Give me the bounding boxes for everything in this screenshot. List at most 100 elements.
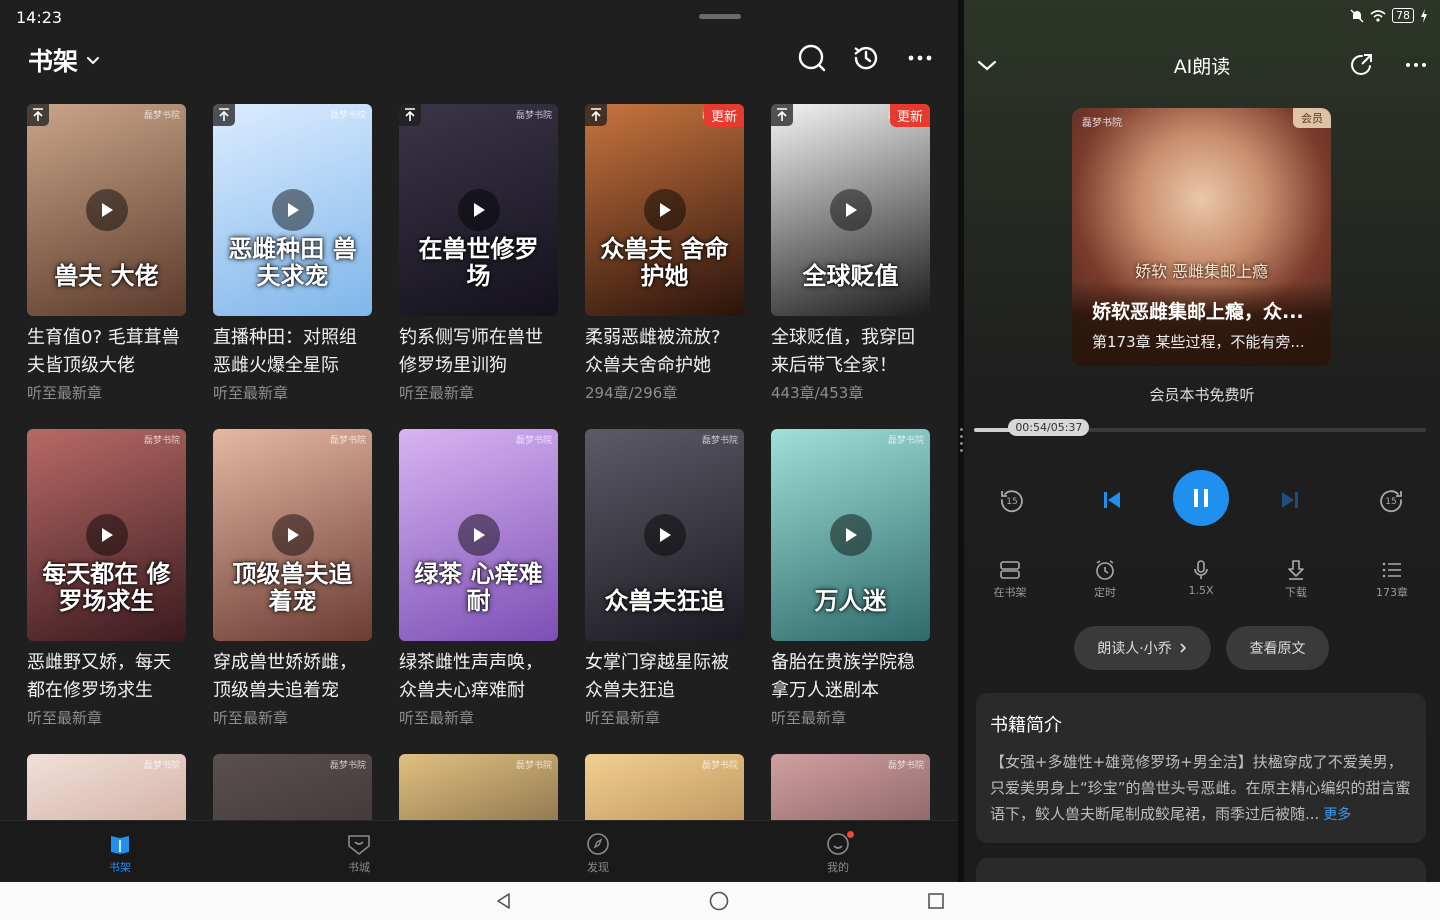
book-card[interactable]: 磊梦书院 绿茶 心痒难耐 绿茶雌性声声唤，众兽夫心痒难耐 听至最新章 (399, 429, 558, 728)
more-icon[interactable] (904, 42, 936, 74)
forward-15-button[interactable]: 15 (1376, 485, 1406, 515)
intro-more-link[interactable]: 更多 (1323, 807, 1351, 823)
book-card[interactable]: 磊梦书院 众兽夫狂追 女掌门穿越星际被众兽夫狂追 听至最新章 (585, 429, 744, 728)
fn-label: 在书架 (993, 586, 1027, 599)
publisher-logo: 磊梦书院 (329, 111, 366, 121)
recents-icon[interactable] (925, 890, 947, 912)
book-cover[interactable]: 磊梦书院 恶雌种田 兽夫求宠 (213, 104, 372, 316)
progress-slider[interactable]: 00:54/05:37 (974, 419, 1426, 436)
book-cover[interactable]: 磊梦书院 顶级兽夫追着宠 (213, 429, 372, 641)
play-icon[interactable] (643, 189, 686, 231)
nav-mine[interactable]: 我的 (808, 829, 868, 875)
forward-15-icon: 15 (1380, 490, 1402, 513)
bookshelf-icon (1000, 561, 1020, 579)
in-bookshelf-button[interactable]: 在书架 (980, 556, 1040, 600)
play-icon[interactable] (271, 514, 314, 556)
book-cover[interactable]: 磊梦书院 万人迷 (771, 429, 930, 641)
share-icon[interactable] (1349, 52, 1375, 78)
book-progress: 听至最新章 (213, 384, 289, 402)
previous-chapter-button[interactable] (1097, 485, 1127, 515)
book-title[interactable]: 生育值0? 毛茸茸兽夫皆顶级大佬 (27, 324, 186, 380)
timer-button[interactable]: 定时 (1075, 556, 1135, 600)
download-button[interactable]: 下载 (1266, 556, 1326, 600)
book-card[interactable]: 磊梦书院 恶雌种田 兽夫求宠直播种田：对照组恶雌火爆全星际听至最新章 (213, 104, 372, 403)
book-cover[interactable]: 磊梦书院众兽夫 舍命护她更新 (585, 104, 744, 316)
book-card[interactable]: 磊梦书院 在兽世修罗场 钓系侧写师在兽世修罗场里训狗 听至最新章 (399, 104, 558, 403)
back-icon[interactable] (493, 890, 515, 912)
status-time: 14:23 (16, 8, 63, 27)
publisher-logo: 磊梦书院 (143, 111, 180, 121)
publisher-logo: 磊梦书院 (701, 761, 738, 771)
player-header: AI朗读 (964, 50, 1440, 80)
publisher-logo: 磊梦书院 (515, 436, 552, 446)
speed-button[interactable]: 1.5X (1171, 556, 1231, 597)
more-icon[interactable] (1404, 52, 1428, 78)
book-progress: 听至最新章 (27, 384, 103, 402)
book-title[interactable]: 全球贬值，我穿回来后带飞全家！ (771, 324, 930, 380)
play-icon[interactable] (829, 189, 872, 231)
book-card[interactable]: 磊梦书院众兽夫 舍命护她更新柔弱恶雌被流放? 众兽夫舍命护她294章/296章 (585, 104, 744, 403)
book-card[interactable]: 磊梦书院 每天都在 修罗场求生 恶雌野又娇，每天都在修罗场求生 听至最新章 (27, 429, 186, 728)
book-card[interactable]: 磊梦书院 兽夫 大佬生育值0? 毛茸茸兽夫皆顶级大佬听至最新章 (27, 104, 186, 403)
book-card[interactable]: 磊梦书院全球贬值更新全球贬值，我穿回来后带飞全家！443章/453章 (771, 104, 930, 403)
search-icon[interactable] (796, 42, 828, 74)
pause-icon (1194, 489, 1208, 507)
play-icon[interactable] (85, 514, 128, 556)
book-title[interactable]: 柔弱恶雌被流放? 众兽夫舍命护她 (585, 324, 744, 380)
notification-dot (847, 831, 854, 838)
book-title[interactable]: 备胎在贵族学院稳拿万人迷剧本 (771, 649, 930, 705)
nav-label: 发现 (587, 861, 609, 874)
rewind-15-button[interactable]: 15 (997, 485, 1027, 515)
publisher-logo: 磊梦书院 (515, 111, 552, 121)
shelf-title-dropdown[interactable]: 书架 (28, 42, 102, 78)
cover-title: 每天都在 修罗场求生 (42, 558, 171, 616)
fn-label: 定时 (1094, 586, 1116, 599)
now-playing-book-title: 娇软恶雌集邮上瘾，众... (1092, 301, 1304, 323)
book-cover[interactable]: 磊梦书院 兽夫 大佬 (27, 104, 186, 316)
book-cover[interactable]: 磊梦书院全球贬值更新 (771, 104, 930, 316)
book-title[interactable]: 绿茶雌性声声唤，众兽夫心痒难耐 (399, 649, 558, 705)
nav-bookshelf[interactable]: 书架 (90, 829, 150, 875)
book-title[interactable]: 直播种田：对照组恶雌火爆全星际 (213, 324, 372, 380)
home-icon[interactable] (708, 890, 730, 912)
pin-top-icon (585, 104, 607, 126)
book-progress: 听至最新章 (213, 709, 289, 727)
book-title[interactable]: 穿成兽世娇娇雌，顶级兽夫追着宠 (213, 649, 372, 705)
now-playing-cover[interactable]: 磊梦书院 会员 娇软 恶雌集邮上瘾 娇软恶雌集邮上瘾，众... 第173章 某些… (1072, 108, 1331, 366)
update-badge: 更新 (889, 104, 930, 127)
book-card[interactable]: 磊梦书院 万人迷 备胎在贵族学院稳拿万人迷剧本 听至最新章 (771, 429, 930, 728)
play-icon[interactable] (643, 514, 686, 556)
publisher-logo: 磊梦书院 (143, 436, 180, 446)
nav-bookstore[interactable]: 书城 (329, 829, 389, 875)
play-icon[interactable] (457, 189, 500, 231)
cover-title: 众兽夫狂追 (604, 586, 725, 616)
history-icon[interactable] (850, 42, 882, 74)
pause-button[interactable] (1173, 470, 1229, 526)
book-cover[interactable]: 磊梦书院 众兽夫狂追 (585, 429, 744, 641)
book-cover[interactable]: 磊梦书院 绿茶 心痒难耐 (399, 429, 558, 641)
bookshelf-pane: 14:23 书架 磊梦书院 兽夫 大佬 生育值0? 毛茸茸兽夫皆顶级大佬 听至最新章磊… (0, 0, 958, 882)
play-icon[interactable] (85, 189, 128, 231)
nav-discover[interactable]: 发现 (568, 829, 628, 875)
play-icon[interactable] (829, 514, 872, 556)
next-chapter-button[interactable] (1275, 485, 1305, 515)
book-title[interactable]: 女掌门穿越星际被众兽夫狂追 (585, 649, 744, 705)
progress-time[interactable]: 00:54/05:37 (1008, 419, 1090, 436)
book-title[interactable]: 钓系侧写师在兽世修罗场里训狗 (399, 324, 558, 380)
play-icon[interactable] (271, 189, 314, 231)
skip-previous-icon (1104, 492, 1120, 508)
publisher-logo: 磊梦书院 (1082, 118, 1122, 129)
book-cover[interactable]: 磊梦书院每天都在 修罗场求生 (27, 429, 186, 641)
drag-handle[interactable] (699, 14, 741, 19)
chapter-list-button[interactable]: 173章 (1362, 556, 1422, 600)
book-title[interactable]: 恶雌野又娇，每天都在修罗场求生 (27, 649, 186, 705)
pin-top-icon (27, 104, 49, 126)
cover-title: 在兽世修罗场 (418, 233, 539, 291)
now-playing-chapter: 第173章 某些过程，不能有旁... (1092, 333, 1305, 351)
cover-title: 万人迷 (814, 586, 887, 616)
narrator-button[interactable]: 朗读人·小乔 (1074, 626, 1211, 670)
view-original-button[interactable]: 查看原文 (1226, 626, 1329, 670)
book-card[interactable]: 磊梦书院 顶级兽夫追着宠穿成兽世娇娇雌，顶级兽夫追着宠听至最新章 (213, 429, 372, 728)
book-cover[interactable]: 磊梦书院在兽世修罗场 (399, 104, 558, 316)
play-icon[interactable] (457, 514, 500, 556)
